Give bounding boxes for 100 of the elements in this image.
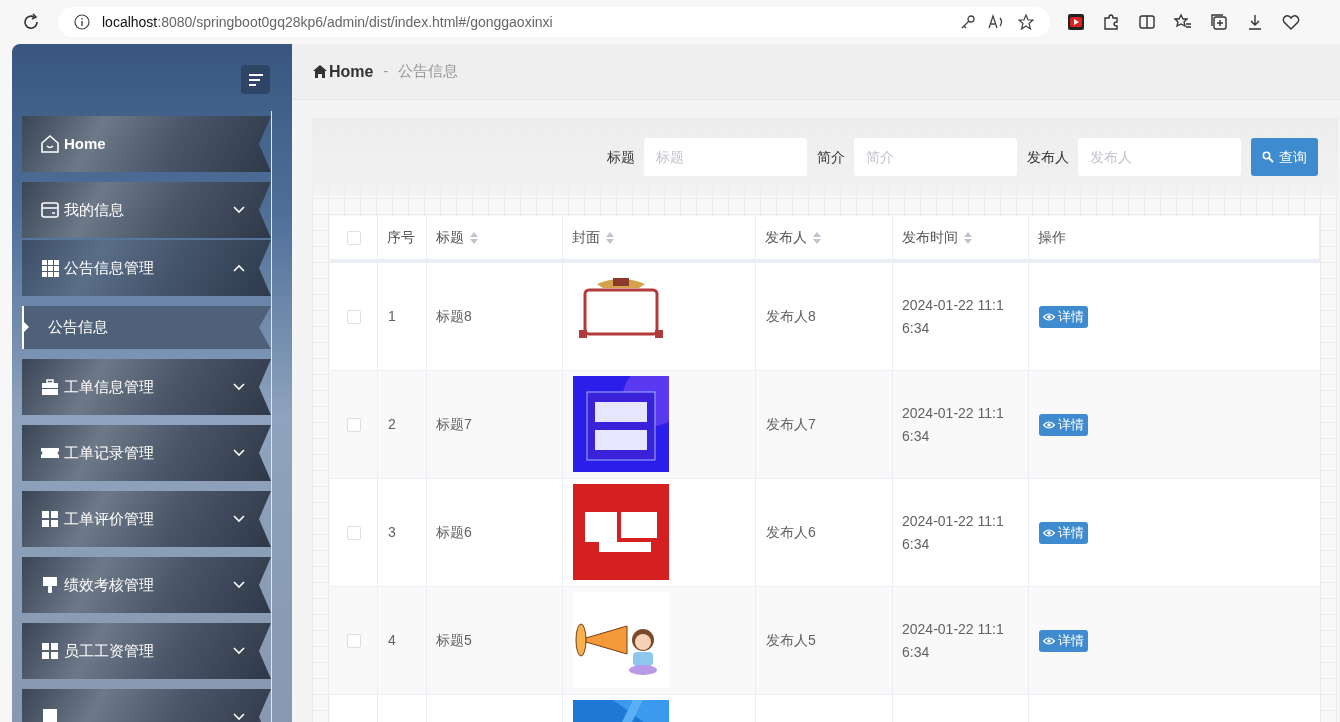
sidebar-item-label: 工单记录管理 xyxy=(64,442,155,463)
table-cell-text: 2024-01-22 11:16:34 xyxy=(902,403,1005,446)
sidebar-subitem-label: 公告信息 xyxy=(48,317,108,338)
column-title: 发布时间 xyxy=(902,228,958,247)
table-cell-text: 1 xyxy=(388,307,396,326)
table-cell-text: 3 xyxy=(388,523,396,542)
table-cell-text: 发布人7 xyxy=(766,415,816,434)
table-cell-text: 标题7 xyxy=(436,415,472,434)
menu-toggle-button[interactable] xyxy=(241,65,270,94)
key-icon[interactable] xyxy=(960,14,976,30)
pointer-icon xyxy=(24,322,29,332)
column-title: 操作 xyxy=(1038,228,1066,247)
column-title: 发布人 xyxy=(765,228,807,247)
chevron-down-icon xyxy=(233,647,245,655)
brush-icon xyxy=(40,575,60,595)
sidebar-item-label: 我的信息 xyxy=(64,199,125,220)
grid-icon xyxy=(40,509,60,529)
chevron-down-icon xyxy=(233,581,245,589)
sidebar-item[interactable]: 绩效考核管理 xyxy=(22,557,271,613)
details-button[interactable]: 详情 xyxy=(1039,521,1088,544)
sidebar-item-label: 工单信息管理 xyxy=(64,376,155,397)
checkbox[interactable] xyxy=(346,633,361,648)
details-button[interactable]: 详情 xyxy=(1039,305,1088,328)
grid-icon xyxy=(40,641,60,661)
table-cell-text: 2024-01-22 11:16:34 xyxy=(902,619,1005,662)
sidebar-item-label: 员工工资管理 xyxy=(64,640,155,661)
breadcrumb-link[interactable]: Home xyxy=(329,59,374,84)
table-cell-text: 标题5 xyxy=(436,631,472,650)
table-cell-text: 标题8 xyxy=(436,307,472,326)
favorites-icon[interactable] xyxy=(1174,13,1192,31)
sidebar-item[interactable]: Home xyxy=(22,116,271,172)
details-button[interactable]: 详情 xyxy=(1039,413,1088,436)
checkbox[interactable] xyxy=(346,417,361,432)
sidebar-item-label: 绩效考核管理 xyxy=(64,574,155,595)
table-cell-text: 发布人5 xyxy=(766,631,816,650)
briefcase-icon xyxy=(40,377,60,397)
sidebar-item[interactable]: 工单评价管理 xyxy=(22,491,271,547)
field-label: 发布人 xyxy=(1027,147,1069,167)
address-bar[interactable]: localhost:8080/springboot0gq28kp6/admin/dist/index.html#/gonggaoxinxi xyxy=(58,7,1050,37)
chevron-down-icon xyxy=(233,449,245,457)
breadcrumb-separator: - xyxy=(383,62,389,81)
chevron-down-icon xyxy=(233,515,245,523)
sidebar-item[interactable]: 我的信息 xyxy=(22,182,271,238)
table-cell-text: 发布人6 xyxy=(766,523,816,542)
collections-icon[interactable] xyxy=(1210,13,1228,31)
download-icon[interactable] xyxy=(1246,13,1264,31)
video-icon[interactable] xyxy=(1068,14,1084,30)
column-header[interactable]: 发布时间 xyxy=(893,216,1029,259)
details-button[interactable]: 详情 xyxy=(1039,629,1088,652)
refresh-icon[interactable] xyxy=(22,13,40,31)
table-cell-text: 2 xyxy=(388,415,396,434)
sidebar-item[interactable]: 工单记录管理 xyxy=(22,425,271,481)
url-text: localhost:8080/springboot0gq28kp6/admin/dist/index.html#/gonggaoxinxi xyxy=(102,12,553,32)
chevron-up-icon xyxy=(233,264,245,272)
sidebar-item-label: Home xyxy=(64,133,107,154)
sidebar-subitem[interactable]: 公告信息 xyxy=(22,306,271,349)
split-screen-icon[interactable] xyxy=(1138,13,1156,31)
card-icon xyxy=(40,200,60,220)
table-cell-text: 4 xyxy=(388,631,396,650)
eye-icon xyxy=(1043,527,1055,538)
puzzle-icon[interactable] xyxy=(1102,13,1120,31)
sidebar-item[interactable]: 公告信息管理 xyxy=(22,240,271,296)
sidebar-item[interactable]: 员工工资管理 xyxy=(22,623,271,679)
checkbox[interactable] xyxy=(346,309,361,324)
column-header[interactable]: 发布人 xyxy=(756,216,893,259)
chevron-down-icon xyxy=(233,383,245,391)
table-cell-text: 2024-01-22 11:16:34 xyxy=(902,511,1005,554)
menu-icon xyxy=(247,72,264,87)
search-button[interactable]: 查询 xyxy=(1251,138,1318,176)
table-cell-text: 发布人8 xyxy=(766,307,816,326)
column-header[interactable]: 标题 xyxy=(427,216,563,259)
search-field[interactable]: 发布人 xyxy=(1078,138,1241,176)
column-title: 标题 xyxy=(436,228,464,247)
sidebar-item-label: 公告信息管理 xyxy=(64,257,155,278)
column-title: 序号 xyxy=(387,228,415,247)
search-field[interactable]: 标题 xyxy=(644,138,807,176)
column-header[interactable]: 封面 xyxy=(563,216,756,259)
eye-icon xyxy=(1043,419,1055,430)
sidebar-item-label: 工单评价管理 xyxy=(64,508,155,529)
field-label: 标题 xyxy=(607,147,635,167)
column-title: 封面 xyxy=(572,228,600,247)
chevron-down-icon xyxy=(233,713,245,721)
house-icon xyxy=(313,65,327,78)
field-label: 简介 xyxy=(817,147,845,167)
search-field[interactable]: 简介 xyxy=(854,138,1017,176)
chevron-down-icon xyxy=(233,206,245,214)
info-icon[interactable] xyxy=(74,14,90,30)
table-cell-text: 标题6 xyxy=(436,523,472,542)
breadcrumb-current: 公告信息 xyxy=(398,61,459,82)
search-icon xyxy=(1262,151,1274,163)
eye-icon xyxy=(1043,311,1055,322)
house-icon xyxy=(40,134,60,154)
star-icon[interactable] xyxy=(1018,14,1034,30)
grid-icon xyxy=(40,258,60,278)
sidebar-item[interactable]: 工单信息管理 xyxy=(22,359,271,415)
checkbox[interactable] xyxy=(346,230,361,245)
checkbox[interactable] xyxy=(346,525,361,540)
document-icon xyxy=(40,707,60,722)
table-cell-text: 2024-01-22 11:16:34 xyxy=(902,295,1005,338)
eye-icon xyxy=(1043,635,1055,646)
